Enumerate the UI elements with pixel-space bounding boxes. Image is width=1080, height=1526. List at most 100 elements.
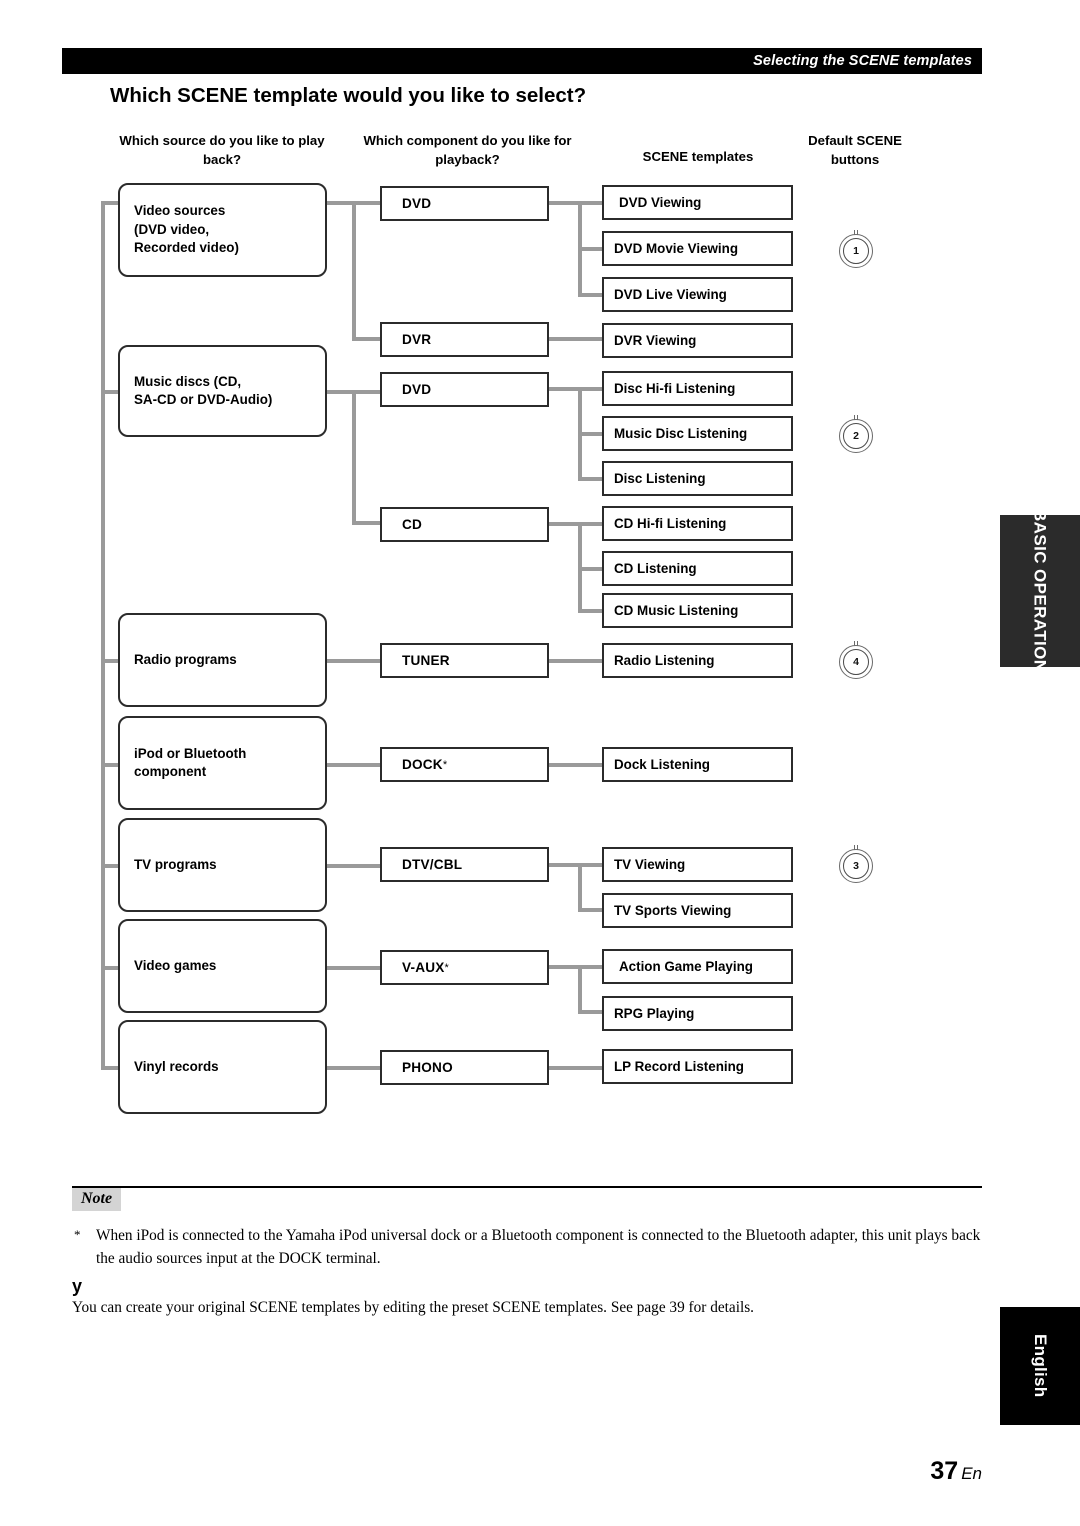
template-box: LP Record Listening — [602, 1049, 793, 1084]
language-tab: English — [1000, 1307, 1080, 1425]
connector-line — [578, 432, 604, 436]
template-box-label: DVD Live Viewing — [614, 287, 727, 302]
button-number: 2 — [843, 423, 869, 449]
template-box: DVD Live Viewing — [602, 277, 793, 312]
source-box-label: TV programs — [134, 856, 217, 872]
component-box: DVD — [380, 186, 549, 221]
scene-button-icon: 1 — [839, 230, 877, 268]
component-box: DVD — [380, 372, 549, 407]
template-box-label: DVR Viewing — [614, 333, 697, 348]
connector-line — [549, 522, 604, 526]
component-box: DOCK * — [380, 747, 549, 782]
connector-line — [352, 337, 382, 341]
template-box: TV Viewing — [602, 847, 793, 882]
template-box-label: Action Game Playing — [619, 959, 753, 974]
component-box: PHONO — [380, 1050, 549, 1085]
connector-line — [578, 908, 604, 912]
source-box-label: Radio programs — [134, 651, 237, 667]
template-box: Dock Listening — [602, 747, 793, 782]
connector-line — [549, 763, 604, 767]
component-box: V-AUX * — [380, 950, 549, 985]
button-number: 1 — [843, 238, 869, 264]
source-box-label: Music discs (CD, SA-CD or DVD-Audio) — [134, 373, 273, 408]
note-divider — [72, 1186, 982, 1188]
component-box-label: DVD — [402, 382, 432, 397]
note-text: When iPod is connected to the Yamaha iPo… — [96, 1227, 981, 1267]
button-number: 3 — [843, 853, 869, 879]
component-box: DTV/CBL — [380, 847, 549, 882]
template-box-label: CD Listening — [614, 561, 697, 576]
component-box: CD — [380, 507, 549, 542]
connector-line — [352, 521, 382, 525]
section-tab-label: BASIC OPERATION — [1030, 509, 1050, 673]
template-box-label: DVD Movie Viewing — [614, 241, 739, 256]
note-tag: Note — [72, 1188, 122, 1211]
tip-text: You can create your original SCENE templ… — [72, 1299, 754, 1316]
scene-template-flow-diagram: Video sources (DVD video, Recorded video) … — [0, 0, 1080, 1130]
section-tab-basic-operation: BASIC OPERATION — [1000, 509, 1080, 673]
template-box: Disc Hi-fi Listening — [602, 371, 793, 406]
source-box: Vinyl records — [118, 1020, 327, 1114]
connector-line — [549, 201, 604, 205]
source-trunk-line — [101, 201, 105, 1069]
connector-line — [327, 763, 382, 767]
template-box-label: RPG Playing — [614, 1006, 695, 1021]
template-box-label: Disc Hi-fi Listening — [614, 381, 736, 396]
connector-line — [578, 247, 604, 251]
connector-line — [327, 864, 382, 868]
connector-line — [327, 659, 382, 663]
template-box: TV Sports Viewing — [602, 893, 793, 928]
template-box-label: Music Disc Listening — [614, 426, 748, 441]
template-box: Action Game Playing — [602, 949, 793, 984]
template-box-label: TV Viewing — [614, 857, 686, 872]
template-box-label: CD Music Listening — [614, 603, 739, 618]
template-box: Music Disc Listening — [602, 416, 793, 451]
component-box: DVR — [380, 322, 549, 357]
template-box-label: LP Record Listening — [614, 1059, 744, 1074]
component-box-label: DOCK — [402, 757, 443, 772]
source-box-label: Video games — [134, 957, 217, 973]
language-tab-label: English — [1031, 1334, 1050, 1398]
template-box-label: CD Hi-fi Listening — [614, 516, 727, 531]
template-box: CD Listening — [602, 551, 793, 586]
template-box-label: Dock Listening — [614, 757, 710, 772]
note-body: * When iPod is connected to the Yamaha i… — [74, 1225, 982, 1271]
source-box-label: Vinyl records — [134, 1058, 219, 1074]
template-box: RPG Playing — [602, 996, 793, 1031]
connector-line — [549, 387, 604, 391]
connector-line — [549, 337, 604, 341]
source-box: Music discs (CD, SA-CD or DVD-Audio) — [118, 345, 327, 437]
tip-marker: y — [72, 1276, 83, 1296]
component-box-label: TUNER — [402, 653, 450, 668]
source-box: Video sources (DVD video, Recorded video) — [118, 183, 327, 277]
template-box: DVR Viewing — [602, 323, 793, 358]
connector-line — [549, 659, 604, 663]
source-box: Video games — [118, 919, 327, 1013]
connector-line — [549, 863, 604, 867]
source-box: TV programs — [118, 818, 327, 912]
connector-line — [578, 965, 582, 1012]
template-box: Disc Listening — [602, 461, 793, 496]
connector-line — [578, 293, 604, 297]
template-box-label: Radio Listening — [614, 653, 715, 668]
scene-button-icon: 2 — [839, 415, 877, 453]
template-box: CD Music Listening — [602, 593, 793, 628]
component-box-label: DVD — [402, 196, 432, 211]
connector-line — [578, 863, 582, 910]
source-box: iPod or Bluetooth component — [118, 716, 327, 810]
connector-line — [549, 1066, 604, 1070]
connector-line — [549, 965, 604, 969]
component-box-label: DVR — [402, 332, 432, 347]
connector-line — [578, 477, 604, 481]
source-box: Radio programs — [118, 613, 327, 707]
scene-button-icon: 3 — [839, 845, 877, 883]
connector-line — [352, 390, 356, 522]
template-box: CD Hi-fi Listening — [602, 506, 793, 541]
template-box: DVD Movie Viewing — [602, 231, 793, 266]
page-number: 37 En — [930, 1457, 982, 1486]
source-box-label: Video sources (DVD video, Recorded video) — [134, 203, 239, 256]
connector-line — [578, 1010, 604, 1014]
connector-line — [327, 966, 382, 970]
manual-page: Selecting the SCENE templates Which SCEN… — [0, 0, 1080, 1526]
template-box: Radio Listening — [602, 643, 793, 678]
